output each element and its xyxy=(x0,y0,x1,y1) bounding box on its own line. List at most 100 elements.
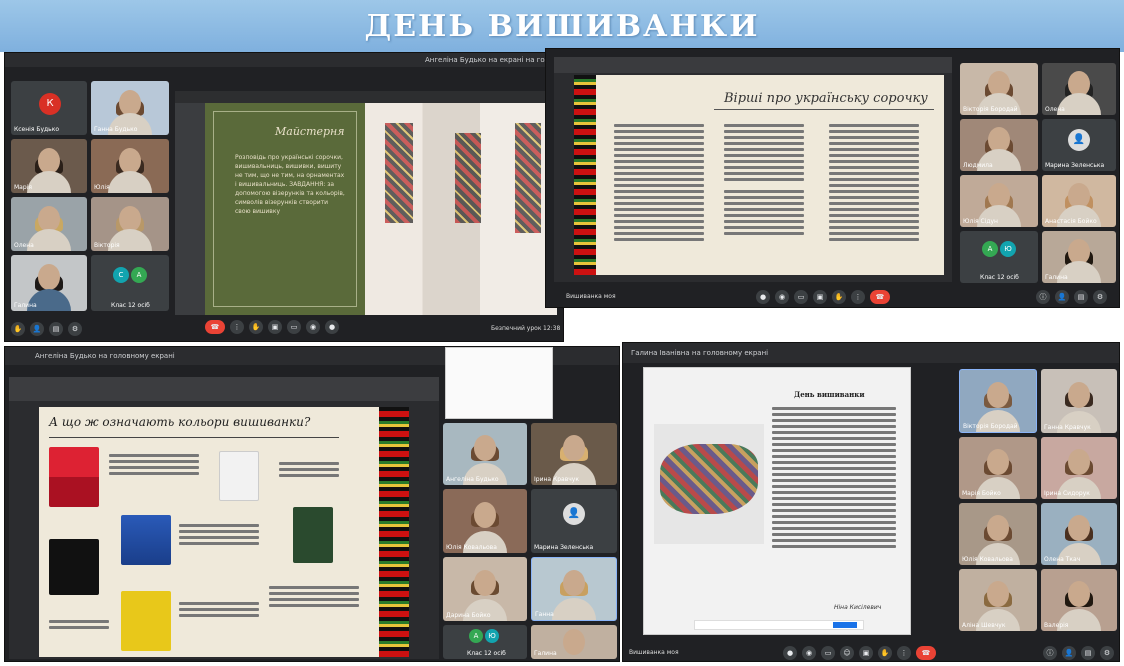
participant-name: Галина xyxy=(1045,274,1068,281)
participant-tile[interactable]: Марія xyxy=(11,139,87,193)
end-call-button[interactable]: ☎ xyxy=(870,290,890,304)
emoji-icon[interactable]: ☺ xyxy=(840,646,854,660)
hand-icon[interactable]: ✋ xyxy=(249,320,263,334)
info-icon[interactable]: ⓘ xyxy=(1043,646,1057,660)
participant-tile[interactable]: Аліна Шевчук xyxy=(959,569,1037,631)
mic-icon[interactable]: ● xyxy=(756,290,770,304)
avatar: С xyxy=(113,267,129,283)
participant-tile[interactable]: Ганна xyxy=(531,557,617,621)
meeting-name: Вишиванка моя xyxy=(566,293,616,300)
ukraine-map-image xyxy=(654,424,764,544)
activities-icon[interactable]: ⚙ xyxy=(1093,290,1107,304)
poem-text xyxy=(772,404,896,551)
meet-panel-bottom-right: Галина Іванівна на головному екрані День… xyxy=(622,342,1120,662)
yellow-shirt-image xyxy=(121,591,171,651)
captions-icon[interactable]: ▭ xyxy=(821,646,835,660)
notification-button[interactable] xyxy=(833,622,857,628)
present-icon[interactable]: ▣ xyxy=(859,646,873,660)
camera-icon[interactable]: ◉ xyxy=(306,320,320,334)
more-options-icon[interactable]: ⋮ xyxy=(230,320,244,334)
participant-name: Галина xyxy=(14,302,37,309)
green-shirt-image xyxy=(293,507,333,563)
participant-tile[interactable]: 👤 Марина Зеленська xyxy=(531,489,617,553)
participant-tile[interactable]: Вікторія Бородай xyxy=(959,369,1037,433)
participant-tile[interactable]: Людмила xyxy=(960,119,1038,171)
participant-tile[interactable]: Вікторія Бородай xyxy=(960,63,1038,115)
more-options-icon[interactable]: ⋮ xyxy=(851,290,865,304)
black-shirt-image xyxy=(49,539,99,595)
mic-icon[interactable]: ● xyxy=(325,320,339,334)
participant-tile[interactable]: Олена xyxy=(11,197,87,251)
participant-tile-group[interactable]: С А Клас 12 осіб xyxy=(91,255,169,311)
camera-icon[interactable]: ◉ xyxy=(802,646,816,660)
participant-tile[interactable]: Ганна Будько xyxy=(91,81,169,135)
people-icon[interactable]: 👤 xyxy=(1055,290,1069,304)
info-icon[interactable]: ⓘ xyxy=(1036,290,1050,304)
slide-green-card: Майстерня Розповідь про українські сороч… xyxy=(205,103,365,315)
activities-icon[interactable]: ⚙ xyxy=(68,322,82,336)
poem-column-2 xyxy=(724,121,804,238)
participant-tile[interactable]: Юлія xyxy=(91,139,169,193)
participant-tile[interactable]: Юлія Ковальова xyxy=(959,503,1037,565)
end-call-button[interactable]: ☎ xyxy=(916,646,936,660)
participant-name: Ангеліна Будько xyxy=(446,476,499,483)
banner-title: ДЕНЬ ВИШИВАНКИ xyxy=(364,8,760,44)
poem-author: Ніна Кисілевич xyxy=(834,604,882,611)
participant-tile[interactable]: Галина xyxy=(11,255,87,311)
end-call-button[interactable]: ☎ xyxy=(205,320,225,334)
participant-tile[interactable]: Олена Ткач xyxy=(1041,503,1117,565)
mic-icon[interactable]: ● xyxy=(783,646,797,660)
participant-tile[interactable]: Дарина Бойко xyxy=(443,557,527,621)
participant-tile[interactable]: К Ксенія Будько xyxy=(11,81,87,135)
meet-panel-top-right: Вірші про українську сорочку Вікторія Бо… xyxy=(545,48,1120,308)
people-icon[interactable]: 👤 xyxy=(1062,646,1076,660)
participant-tile[interactable]: Ангеліна Будько xyxy=(443,423,527,485)
participant-tile[interactable]: 👤 Марина Зеленська xyxy=(1042,119,1116,171)
title-underline xyxy=(714,109,934,110)
participant-tile[interactable]: Галина xyxy=(1042,231,1116,283)
captions-icon[interactable]: ▭ xyxy=(287,320,301,334)
embroidered-shirts-photo xyxy=(365,103,557,315)
slide-title: Вірші про українську сорочку xyxy=(724,91,928,106)
raise-hand-icon[interactable]: ✋ xyxy=(11,322,25,336)
present-icon[interactable]: ▣ xyxy=(813,290,827,304)
present-icon[interactable]: ▣ xyxy=(268,320,282,334)
right-controls: ⓘ 👤 ▤ ⚙ xyxy=(1043,645,1114,661)
participant-tile-group[interactable]: А Ю Клас 12 осіб xyxy=(960,231,1038,283)
participant-name: Вікторія xyxy=(94,242,120,249)
participant-tile[interactable]: Ірина Кравчук xyxy=(531,423,617,485)
avatar: Ю xyxy=(485,629,499,643)
participant-tile[interactable]: Олена xyxy=(1042,63,1116,115)
people-icon[interactable]: 👤 xyxy=(30,322,44,336)
participant-name: Клас 12 осіб xyxy=(467,650,506,657)
text-block xyxy=(49,617,109,632)
participant-tile[interactable]: Анастасія Бойко xyxy=(1042,175,1116,227)
activities-icon[interactable]: ⚙ xyxy=(1100,646,1114,660)
chat-icon[interactable]: ▤ xyxy=(49,322,63,336)
participant-tile[interactable]: Юлія Сідун xyxy=(960,175,1038,227)
white-shirt-image xyxy=(219,451,259,501)
participant-tile[interactable]: Валерія xyxy=(1041,569,1117,631)
participant-tile[interactable]: Галина xyxy=(531,625,617,659)
captions-icon[interactable]: ▭ xyxy=(794,290,808,304)
participant-tile[interactable]: Вікторія xyxy=(91,197,169,251)
right-controls: ⓘ 👤 ▤ ⚙ xyxy=(1036,289,1107,305)
participant-tile[interactable]: Марія Бойко xyxy=(959,437,1037,499)
participant-name: Ірина Сидорук xyxy=(1044,490,1090,497)
banner: ДЕНЬ ВИШИВАНКИ xyxy=(0,0,1124,52)
participant-tile[interactable]: Ірина Сидорук xyxy=(1041,437,1117,499)
hand-icon[interactable]: ✋ xyxy=(832,290,846,304)
more-options-icon[interactable]: ⋮ xyxy=(897,646,911,660)
camera-icon[interactable]: ◉ xyxy=(775,290,789,304)
participant-tile[interactable]: Ганна Кравчук xyxy=(1041,369,1117,433)
hand-icon[interactable]: ✋ xyxy=(878,646,892,660)
presentation-topbar: Галина Іванівна на головному екрані xyxy=(623,343,1119,363)
notification-bar xyxy=(694,620,864,630)
chat-icon[interactable]: ▤ xyxy=(1081,646,1095,660)
avatar: А xyxy=(982,241,998,257)
participant-tile[interactable]: Юлія Ковальова xyxy=(443,489,527,553)
embroidery-pattern xyxy=(515,123,541,233)
title-underline xyxy=(49,437,339,438)
participant-tile-group[interactable]: А Ю Клас 12 осіб xyxy=(443,625,527,659)
chat-icon[interactable]: ▤ xyxy=(1074,290,1088,304)
